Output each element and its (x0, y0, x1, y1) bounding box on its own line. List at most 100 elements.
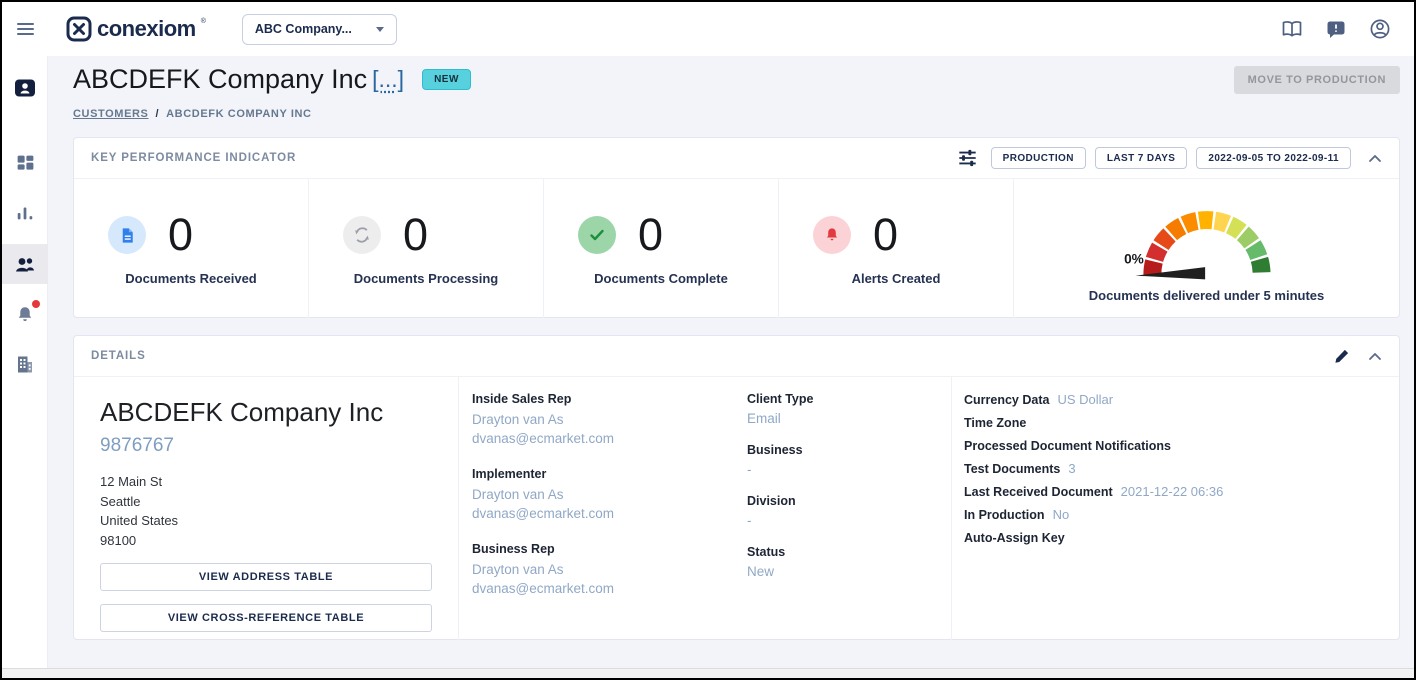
contact-name: Drayton van As (472, 410, 747, 429)
customers-icon (13, 254, 37, 274)
company-selector-dropdown[interactable]: ABC Company... (242, 14, 397, 45)
chevron-down-icon (376, 27, 384, 32)
account-icon[interactable] (1368, 17, 1392, 41)
company-address: 12 Main St Seattle United States 98100 (100, 472, 432, 550)
status-badge-new: NEW (422, 69, 471, 90)
dashboard-icon (15, 153, 36, 174)
move-to-production-button[interactable]: MOVE TO PRODUCTION (1234, 66, 1400, 94)
gauge-chart: 0% (1107, 188, 1307, 286)
meta-row-notifications: Processed Document Notifications (964, 437, 1399, 455)
meta-row-auto-assign-key: Auto-Assign Key (964, 529, 1399, 547)
kpi-panel: KEY PERFORMANCE INDICATOR PRODUCTION (73, 137, 1400, 318)
business-field: Business - (747, 442, 951, 479)
details-panel-title: DETAILS (91, 350, 146, 362)
contacts-column: Inside Sales Rep Drayton van As dvanas@e… (472, 391, 747, 640)
contact-card-icon (14, 77, 36, 99)
sync-icon (343, 216, 381, 254)
contact-group-business-rep: Business Rep Drayton van As dvanas@ecmar… (472, 541, 747, 598)
kpi-label: Documents Complete (544, 271, 778, 286)
kpi-value: 0 (873, 212, 898, 258)
kpi-value: 0 (403, 212, 428, 258)
title-truncation-link[interactable]: [...] (372, 66, 404, 93)
sidebar-item-dashboard[interactable] (2, 143, 48, 183)
sidebar-item-notifications[interactable] (2, 294, 48, 334)
gauge-value: 0% (1124, 251, 1144, 266)
registered-mark: ® (201, 18, 206, 25)
kpi-card-documents-received: 0 Documents Received (74, 179, 309, 318)
company-summary: ABCDEFK Company Inc 9876767 12 Main St S… (74, 377, 459, 640)
horizontal-scrollbar[interactable] (2, 668, 1414, 678)
conexiom-logo: conexiom ® (66, 16, 206, 42)
contact-email: dvanas@ecmarket.com (472, 504, 747, 523)
notification-alert-dot (32, 300, 40, 308)
address-line: Seattle (100, 492, 432, 512)
sidebar-item-analytics[interactable] (2, 193, 48, 233)
kpi-label: Documents Received (74, 271, 308, 286)
kpi-value: 0 (168, 212, 193, 258)
contact-name: Drayton van As (472, 485, 747, 504)
meta-column: Currency DataUS Dollar Time Zone Process… (952, 377, 1399, 640)
filter-chip-environment[interactable]: PRODUCTION (991, 147, 1086, 169)
kpi-label: Alerts Created (779, 271, 1013, 286)
client-type-field: Client Type Email (747, 391, 951, 428)
meta-row-currency: Currency DataUS Dollar (964, 391, 1399, 409)
kpi-card-documents-processing: 0 Documents Processing (309, 179, 544, 318)
sidebar-item-company[interactable] (2, 344, 48, 384)
main-content: ABCDEFK Company Inc [...] NEW MOVE TO PR… (49, 56, 1414, 668)
company-id: 9876767 (100, 435, 432, 457)
address-line: 98100 (100, 531, 432, 551)
gauge-caption: Documents delivered under 5 minutes (1089, 288, 1325, 303)
menu-icon[interactable] (2, 2, 48, 56)
view-address-table-button[interactable]: VIEW ADDRESS TABLE (100, 563, 432, 591)
filter-tune-icon[interactable] (957, 148, 978, 168)
filter-chip-dates[interactable]: 2022-09-05 TO 2022-09-11 (1196, 147, 1351, 169)
company-selector-value: ABC Company... (255, 22, 352, 36)
brand-name: conexiom (97, 16, 196, 42)
sidebar-nav (2, 56, 48, 668)
sidebar-item-customers[interactable] (2, 244, 48, 284)
edit-pencil-icon[interactable] (1333, 347, 1350, 365)
kpi-panel-title: KEY PERFORMANCE INDICATOR (91, 152, 296, 164)
kpi-card-alerts-created: 0 Alerts Created (779, 179, 1014, 318)
meta-row-timezone: Time Zone (964, 414, 1399, 432)
view-cross-reference-table-button[interactable]: VIEW CROSS-REFERENCE TABLE (100, 604, 432, 632)
meta-row-test-documents: Test Documents3 (964, 460, 1399, 478)
document-icon (108, 216, 146, 254)
division-field: Division - (747, 493, 951, 530)
kpi-card-documents-complete: 0 Documents Complete (544, 179, 779, 318)
feedback-icon[interactable] (1324, 17, 1348, 41)
conexiom-logo-icon (66, 16, 92, 42)
contact-group-inside-sales-rep: Inside Sales Rep Drayton van As dvanas@e… (472, 391, 747, 448)
address-line: United States (100, 511, 432, 531)
page-header: ABCDEFK Company Inc [...] NEW MOVE TO PR… (73, 64, 1400, 134)
kpi-value: 0 (638, 212, 663, 258)
address-line: 12 Main St (100, 472, 432, 492)
status-field: Status New (747, 544, 951, 581)
docs-book-icon[interactable] (1280, 17, 1304, 41)
breadcrumb-separator: / (155, 108, 159, 120)
breadcrumb: CUSTOMERS / ABCDEFK COMPANY INC (73, 108, 1400, 120)
contact-name: Drayton van As (472, 560, 747, 579)
filter-chip-range[interactable]: LAST 7 DAYS (1095, 147, 1188, 169)
delivery-gauge: 0% Documents delivered under 5 minutes (1014, 179, 1399, 318)
contact-email: dvanas@ecmarket.com (472, 579, 747, 598)
contact-group-implementer: Implementer Drayton van As dvanas@ecmark… (472, 466, 747, 523)
company-name: ABCDEFK Company Inc (100, 397, 432, 428)
alert-bell-icon (813, 216, 851, 254)
sidebar-item-contact-card[interactable] (2, 68, 48, 108)
kpi-collapse-chevron-up-icon[interactable] (1368, 154, 1382, 163)
client-column: Client Type Email Business - Division - (747, 391, 951, 640)
details-panel: DETAILS ABCDEFK Company Inc 9876767 (73, 335, 1400, 640)
breadcrumb-current: ABCDEFK COMPANY INC (166, 108, 311, 120)
meta-row-last-received: Last Received Document2021-12-22 06:36 (964, 483, 1399, 501)
meta-row-in-production: In ProductionNo (964, 506, 1399, 524)
app-window: conexiom ® ABC Company... (0, 0, 1416, 680)
company-icon (15, 354, 35, 375)
breadcrumb-customers-link[interactable]: CUSTOMERS (73, 108, 148, 120)
page-title: ABCDEFK Company Inc (73, 64, 367, 95)
contact-email: dvanas@ecmarket.com (472, 429, 747, 448)
details-collapse-chevron-up-icon[interactable] (1368, 352, 1382, 361)
kpi-label: Documents Processing (309, 271, 543, 286)
analytics-icon (15, 203, 35, 223)
check-icon (578, 216, 616, 254)
